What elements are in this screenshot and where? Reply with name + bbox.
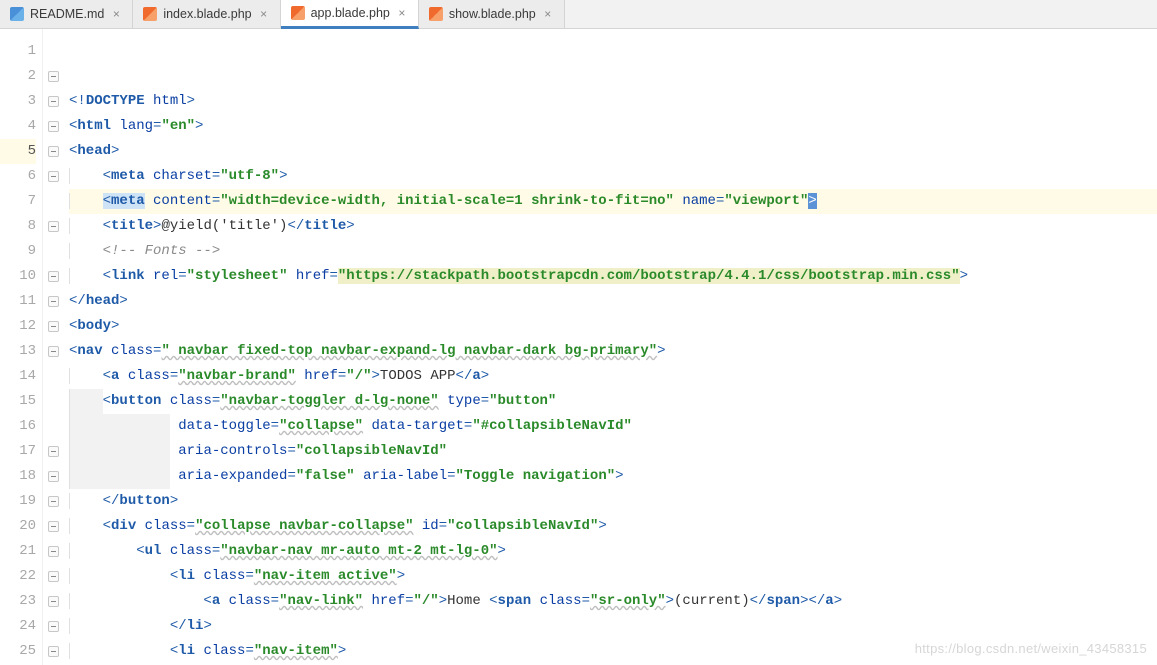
tab-label: show.blade.php xyxy=(449,7,536,21)
tab-label: app.blade.php xyxy=(311,6,390,20)
code-editor[interactable]: 1234567891011121314151617181920212223242… xyxy=(0,29,1157,665)
blade-file-icon xyxy=(143,7,157,21)
blade-file-icon xyxy=(291,6,305,20)
close-icon[interactable]: × xyxy=(110,8,122,20)
tab-app-blade[interactable]: app.blade.php × xyxy=(281,0,419,29)
close-icon[interactable]: × xyxy=(542,8,554,20)
tab-show-blade[interactable]: show.blade.php × xyxy=(419,0,565,28)
close-icon[interactable]: × xyxy=(396,7,408,19)
watermark-text: https://blog.csdn.net/weixin_43458315 xyxy=(915,636,1147,661)
fold-column xyxy=(43,29,63,665)
markdown-file-icon xyxy=(10,7,24,21)
tab-label: README.md xyxy=(30,7,104,21)
tab-readme[interactable]: README.md × xyxy=(0,0,133,28)
tab-label: index.blade.php xyxy=(163,7,251,21)
blade-file-icon xyxy=(429,7,443,21)
code-area[interactable]: <!DOCTYPE html><html lang="en"><head> <m… xyxy=(63,29,1157,665)
close-icon[interactable]: × xyxy=(258,8,270,20)
tab-index-blade[interactable]: index.blade.php × xyxy=(133,0,280,28)
line-number-gutter: 1234567891011121314151617181920212223242… xyxy=(0,29,43,665)
editor-tabbar: README.md × index.blade.php × app.blade.… xyxy=(0,0,1157,29)
